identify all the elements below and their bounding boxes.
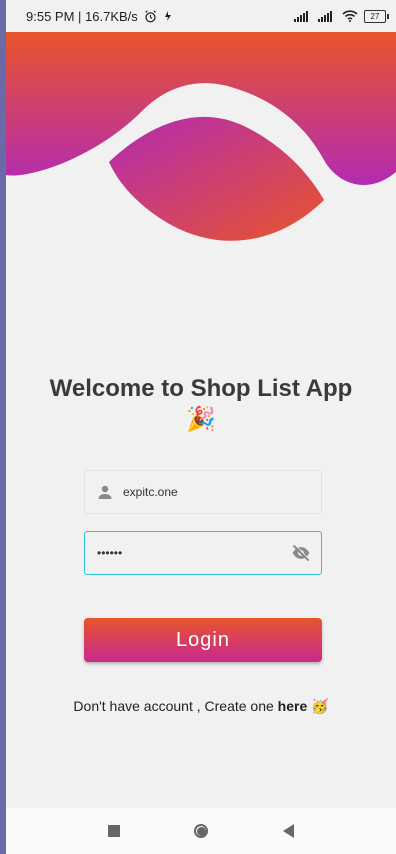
signal-icon-2	[318, 10, 332, 22]
status-left: 9:55 PM | 16.7KB/s	[26, 9, 173, 24]
signup-link[interactable]: here	[278, 698, 308, 714]
signal-icon	[294, 10, 308, 22]
welcome-title: Welcome to Shop List App	[49, 375, 353, 402]
eye-off-icon[interactable]	[291, 543, 311, 563]
alarm-icon	[145, 9, 156, 22]
app-screen: 9:55 PM | 16.7KB/s 27 Welcome to Shop Li…	[6, 0, 396, 854]
status-bar: 9:55 PM | 16.7KB/s 27	[6, 0, 396, 32]
password-field[interactable]	[84, 531, 322, 575]
login-button[interactable]: Login	[84, 618, 322, 662]
email-input[interactable]	[123, 485, 321, 499]
password-input[interactable]	[85, 546, 291, 560]
signup-emoji: 🥳	[311, 698, 329, 714]
email-field[interactable]	[84, 470, 322, 514]
header-wave-graphic	[6, 32, 396, 241]
status-time: 9:55 PM | 16.7KB/s	[26, 8, 138, 24]
system-nav-bar	[6, 808, 396, 854]
status-right: 27	[294, 9, 389, 23]
party-emoji: 🎉	[186, 406, 216, 433]
recent-apps-button[interactable]	[108, 825, 121, 837]
home-button[interactable]	[194, 824, 209, 838]
wifi-icon	[342, 10, 358, 22]
signup-prefix: Don't have account , Create one	[73, 698, 278, 714]
battery-icon: 27	[364, 9, 389, 23]
signup-text: Don't have account , Create one here 🥳	[6, 698, 396, 715]
back-button[interactable]	[282, 824, 294, 838]
notification-icon	[164, 11, 171, 21]
user-icon	[98, 485, 112, 499]
